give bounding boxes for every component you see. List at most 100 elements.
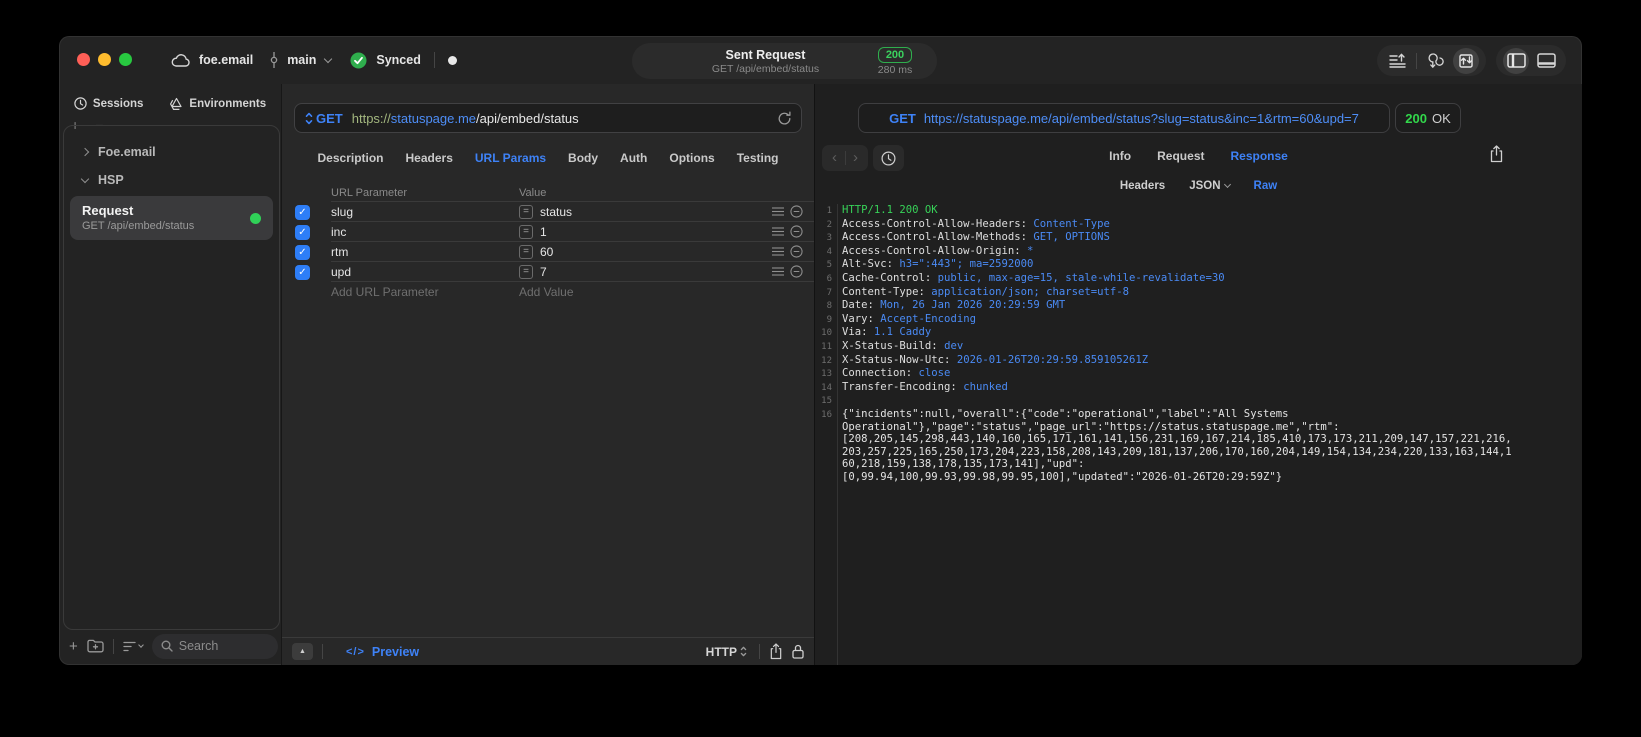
import-export-button[interactable]: [1453, 47, 1479, 74]
preview-label: Preview: [371, 644, 420, 659]
collapse-panel-button[interactable]: ▲: [292, 643, 313, 660]
header-value: h3=":443"; ma=2592000: [899, 258, 1034, 271]
tab-url-params[interactable]: URL Params: [475, 151, 546, 165]
request-url-input[interactable]: https://statuspage.me/api/embed/status: [352, 111, 579, 126]
param-checkbox[interactable]: ✓: [295, 224, 310, 240]
header-name: Date:: [842, 299, 881, 312]
new-group-button[interactable]: [87, 639, 104, 653]
request-editor-tabs: Description Headers URL Params Body Auth Opti…: [282, 147, 814, 169]
add-url-parameter-field[interactable]: Add URL Parameter: [331, 285, 519, 299]
tab-options[interactable]: Options: [669, 151, 714, 165]
param-name-field[interactable]: slug: [331, 205, 519, 219]
line-content: Access-Control-Allow-Methods: GET, OPTIO…: [842, 231, 1110, 245]
chevron-down-icon: [137, 641, 144, 648]
footer-divider: [112, 638, 114, 654]
toggle-sidebar-button[interactable]: [1503, 47, 1529, 74]
request-url-bar[interactable]: GET https://statuspage.me/api/embed/stat…: [294, 103, 802, 133]
sent-request-pill[interactable]: Sent Request GET /api/embed/status 200 2…: [632, 43, 937, 79]
tree-item-hsp[interactable]: HSP: [68, 166, 275, 194]
chevron-right-icon: [80, 147, 90, 157]
request-duration: 280 ms: [877, 63, 913, 76]
response-status-box: 200 OK: [1395, 103, 1461, 133]
sent-request-url-box[interactable]: GET https://statuspage.me/api/embed/stat…: [858, 103, 1390, 133]
line-number: 13: [821, 369, 832, 380]
project-name[interactable]: foe.email: [199, 53, 253, 67]
reorder-handle-icon[interactable]: [772, 207, 784, 216]
tab-sessions[interactable]: Sessions: [74, 97, 143, 110]
search-input[interactable]: Search: [151, 633, 278, 659]
request-item-subtitle: GET /api/embed/status: [82, 220, 195, 232]
branch-chevron-down-icon[interactable]: [324, 54, 333, 63]
header-name: Via:: [842, 326, 874, 339]
response-body[interactable]: 1 HTTP/1.1 200 OK 2 Access-Control-Allow-He…: [815, 204, 1582, 665]
param-row-inner: slug = status: [331, 202, 814, 222]
tab-info[interactable]: Info: [1109, 149, 1131, 163]
header-value: Accept-Encoding: [880, 312, 976, 325]
new-request-button[interactable]: +: [69, 639, 78, 654]
param-name-field[interactable]: inc: [331, 225, 519, 239]
tab-response[interactable]: Response: [1230, 149, 1287, 163]
sort-filter-button[interactable]: [123, 641, 144, 652]
request-editor-footer: ▲ </> Preview HTTP: [282, 637, 814, 665]
subtab-json[interactable]: JSON: [1189, 180, 1231, 192]
line-content: Content-Type: application/json; charset=…: [842, 286, 1129, 300]
reorder-handle-icon[interactable]: [772, 247, 784, 256]
toggle-bottom-panel-button[interactable]: [1533, 48, 1559, 74]
param-checkbox[interactable]: ✓: [295, 264, 310, 280]
close-window-button[interactable]: [77, 53, 90, 66]
param-value-field[interactable]: 7: [540, 265, 547, 279]
traffic-lights: [77, 53, 132, 66]
param-checkbox[interactable]: ✓: [295, 244, 310, 260]
export-response-button[interactable]: [1489, 145, 1504, 163]
minimize-window-button[interactable]: [98, 53, 111, 66]
tab-auth[interactable]: Auth: [620, 151, 647, 165]
tab-testing[interactable]: Testing: [737, 151, 779, 165]
zoom-window-button[interactable]: [119, 53, 132, 66]
request-list-item-selected[interactable]: Request GET /api/embed/status: [70, 196, 273, 240]
header-name: Access-Control-Allow-Origin:: [842, 244, 1027, 257]
param-row-rtm: ✓ rtm = 60: [282, 242, 814, 262]
toolbar-group-right: [1496, 45, 1566, 76]
response-viewer-tabs: Info Request Response: [815, 149, 1582, 163]
tree-item-foe-email[interactable]: Foe.email: [68, 138, 275, 166]
line-content: X-Status-Now-Utc: 2026-01-26T20:29:59.85…: [842, 354, 1148, 368]
param-value-field[interactable]: 60: [540, 245, 553, 259]
tab-environments[interactable]: Environments: [169, 97, 266, 110]
remove-param-icon[interactable]: [790, 265, 803, 278]
method-select[interactable]: GET: [316, 111, 343, 126]
param-row-slug: ✓ slug = status: [282, 202, 814, 222]
param-checkbox[interactable]: ✓: [295, 204, 310, 220]
tab-headers[interactable]: Headers: [406, 151, 453, 165]
subtab-headers[interactable]: Headers: [1120, 180, 1165, 192]
param-name-field[interactable]: rtm: [331, 245, 519, 259]
branch-name[interactable]: main: [287, 53, 316, 67]
lock-button[interactable]: [792, 644, 804, 659]
export-code-button[interactable]: [1384, 48, 1410, 74]
tab-description[interactable]: Description: [318, 151, 384, 165]
param-name-field[interactable]: upd: [331, 265, 519, 279]
param-value-field[interactable]: status: [540, 205, 572, 219]
preview-button[interactable]: </> Preview: [346, 645, 419, 659]
tab-request[interactable]: Request: [1157, 149, 1204, 163]
protocol-select[interactable]: HTTP: [706, 645, 750, 659]
resend-request-button[interactable]: [777, 111, 792, 126]
remove-param-icon[interactable]: [790, 225, 803, 238]
sync-status-label: Synced: [376, 53, 421, 67]
line-number: 2: [826, 219, 832, 230]
add-value-field[interactable]: Add Value: [519, 285, 574, 299]
line-content: Access-Control-Allow-Headers: Content-Ty…: [842, 218, 1110, 232]
reorder-handle-icon[interactable]: [772, 227, 784, 236]
reorder-handle-icon[interactable]: [772, 267, 784, 276]
share-request-button[interactable]: [769, 643, 783, 660]
response-line: 4 Access-Control-Allow-Origin: *: [815, 245, 1582, 259]
tab-body[interactable]: Body: [568, 151, 598, 165]
param-row-inner: upd = 7: [331, 262, 814, 282]
line-content: {"incidents":null,"overall":{"code":"ope…: [842, 407, 1512, 483]
remove-param-icon[interactable]: [790, 245, 803, 258]
remove-param-icon[interactable]: [790, 205, 803, 218]
response-viewer-pane: GET https://statuspage.me/api/embed/stat…: [815, 84, 1582, 665]
dynamic-values-button[interactable]: [1423, 48, 1449, 74]
subtab-raw[interactable]: Raw: [1254, 180, 1278, 192]
param-value-field[interactable]: 1: [540, 225, 547, 239]
header-value: application/json; charset=utf-8: [931, 285, 1130, 298]
